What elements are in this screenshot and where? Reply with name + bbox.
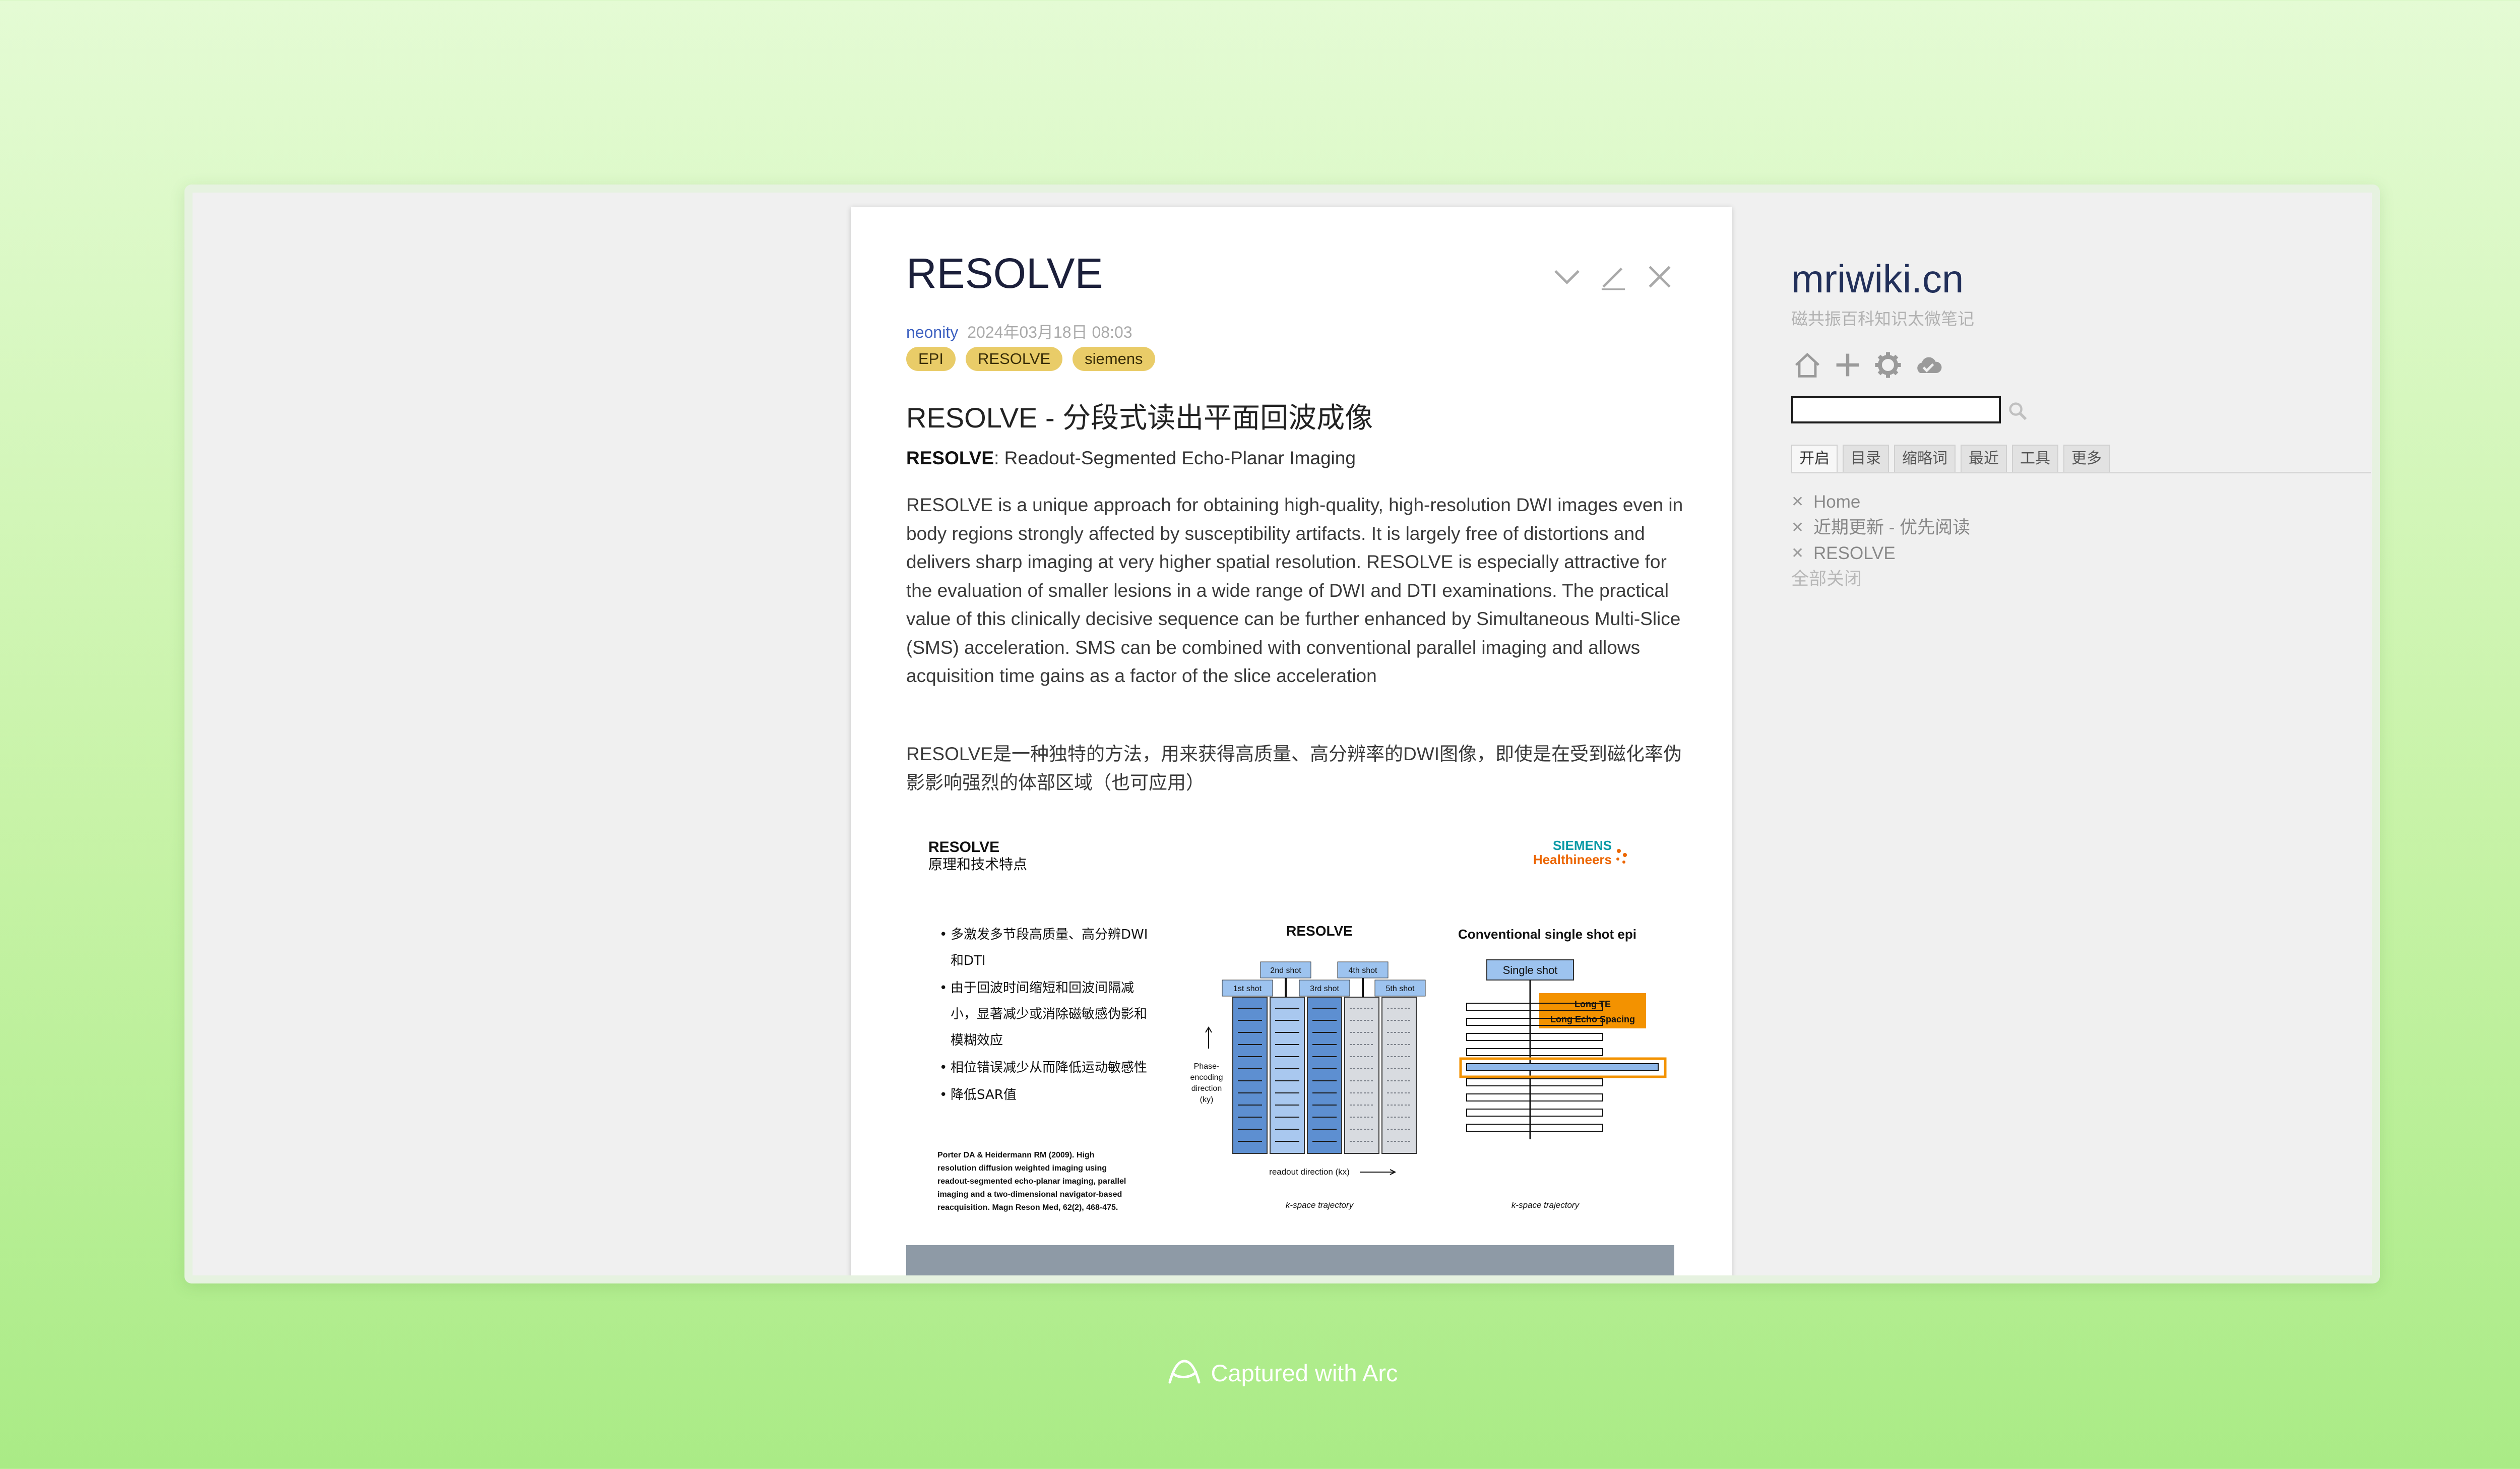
phase-label-1: Phase- — [1194, 1062, 1220, 1071]
paragraph-chinese: RESOLVE是一种独特的方法，用来获得高质量、高分辨率的DWI图像，即使是在受… — [906, 744, 1682, 793]
bullet-2c: 模糊效应 — [951, 1033, 1003, 1048]
ref-line-5: reacquisition. Magn Reson Med, 62(2), 46… — [937, 1203, 1118, 1212]
long-te-label: Long TE — [1574, 999, 1611, 1009]
gear-icon[interactable] — [1872, 349, 1904, 381]
open-item-recent[interactable]: 近期更新 - 优先阅读 — [1813, 515, 1970, 540]
tab-open[interactable]: 开启 — [1791, 445, 1838, 472]
article-subtitle: RESOLVE: Readout-Segmented Echo-Planar I… — [906, 448, 1356, 469]
open-item-home[interactable]: Home — [1813, 489, 1860, 515]
close-icon[interactable]: ✕ — [1791, 540, 1813, 566]
shot-5: 5th shot — [1386, 985, 1415, 993]
list-item: ✕ 近期更新 - 优先阅读 — [1791, 515, 1970, 540]
article-heading: RESOLVE - 分段式读出平面回波成像 — [906, 402, 1373, 434]
close-icon[interactable]: ✕ — [1791, 489, 1813, 515]
sidebar: mriwiki.cn 磁共振百科知识太微笔记 开启 目录 缩略词 最近 工具 更… — [1791, 193, 2371, 1275]
list-item: ✕ Home — [1791, 489, 1970, 515]
phase-label-2: encoding — [1190, 1073, 1223, 1082]
tab-tools[interactable]: 工具 — [2012, 445, 2058, 472]
author-link[interactable]: neonity — [906, 323, 958, 341]
site-subtitle: 磁共振百科知识太微笔记 — [1791, 310, 1974, 328]
kspace-label-right: k-space trajectory — [1511, 1200, 1580, 1210]
bullet-1b: 和DTI — [951, 953, 986, 968]
subtitle-rest: : Readout-Segmented Echo-Planar Imaging — [994, 448, 1356, 468]
healthineers-logo: Healthineers — [1533, 852, 1612, 867]
phase-label-4: (ky) — [1200, 1095, 1214, 1104]
tag-resolve[interactable]: RESOLVE — [965, 347, 1063, 371]
bullet-4: 降低SAR值 — [951, 1087, 1017, 1103]
svg-text:•: • — [939, 981, 947, 996]
diagram-title-resolve: RESOLVE — [1286, 923, 1353, 939]
diagram-title-conventional: Conventional single shot epi — [1458, 927, 1636, 942]
arc-capture-footer: Captured with Arc — [0, 1357, 2520, 1388]
sidebar-toolbar — [1791, 349, 1944, 381]
tiddler-meta: neonity 2024年03月18日 08:03 — [906, 320, 1132, 343]
tab-abbreviations[interactable]: 缩略词 — [1894, 445, 1956, 472]
subtitle-bold: RESOLVE — [906, 448, 994, 468]
shot-2: 2nd shot — [1270, 966, 1301, 975]
tab-recent[interactable]: 最近 — [1961, 445, 2007, 472]
sidebar-tabs: 开启 目录 缩略词 最近 工具 更多 — [1791, 445, 2371, 473]
tiddler-card: RESOLVE neonity 2024年03月18日 08:03 EPI RES… — [851, 207, 1732, 1275]
bullet-2: 由于回波时间缩短和回波间隔减 — [951, 981, 1134, 996]
phase-label-3: direction — [1191, 1084, 1222, 1093]
close-all-button[interactable]: 全部关闭 — [1791, 566, 1970, 592]
shot-1: 1st shot — [1233, 985, 1262, 993]
svg-text:•: • — [939, 927, 947, 942]
open-tiddler-list: ✕ Home ✕ 近期更新 - 优先阅读 ✕ RESOLVE 全部关闭 — [1791, 489, 1970, 592]
shot-3: 3rd shot — [1310, 985, 1339, 993]
bullet-2b: 小，显著减少或消除磁敏感伪影和 — [951, 1007, 1147, 1022]
open-item-resolve[interactable]: RESOLVE — [1813, 540, 1896, 566]
site-title[interactable]: mriwiki.cn — [1791, 256, 1964, 302]
single-shot-label: Single shot — [1503, 964, 1558, 976]
tag-siemens[interactable]: siemens — [1073, 347, 1155, 371]
paragraph-english: RESOLVE is a unique approach for obtaini… — [906, 495, 1683, 686]
svg-text:•: • — [939, 1060, 947, 1075]
bullet-3: 相位错误减少从而降低运动敏感性 — [951, 1060, 1147, 1075]
close-icon[interactable]: ✕ — [1791, 515, 1813, 540]
ref-line-4: imaging and a two-dimensional navigator-… — [937, 1190, 1122, 1199]
long-echo-label: Long Echo Spacing — [1550, 1014, 1635, 1024]
bullet-1: 多激发多节段高质量、高分辨DWI — [951, 927, 1148, 942]
svg-text:•: • — [939, 1087, 947, 1103]
plus-icon[interactable] — [1832, 349, 1864, 381]
ref-line-1: Porter DA & Heidermann RM (2009). High — [937, 1151, 1094, 1159]
ref-line-2: resolution diffusion weighted imaging us… — [937, 1164, 1107, 1173]
search-input[interactable] — [1791, 396, 2001, 423]
slide-title: RESOLVE — [928, 839, 999, 855]
edit-icon[interactable] — [1597, 260, 1630, 293]
ref-line-3: readout-segmented echo-planar imaging, p… — [937, 1177, 1126, 1186]
tiddler-controls — [1550, 260, 1676, 293]
tab-more[interactable]: 更多 — [2063, 445, 2110, 472]
shot-4: 4th shot — [1349, 966, 1377, 975]
search-icon[interactable] — [2007, 400, 2029, 422]
home-icon[interactable] — [1791, 349, 1823, 381]
kspace-label-left: k-space trajectory — [1286, 1200, 1354, 1210]
close-icon[interactable] — [1643, 260, 1676, 293]
next-tiddler-bar — [906, 1245, 1674, 1275]
tag-epi[interactable]: EPI — [906, 347, 956, 371]
slide-subtitle: 原理和技术特点 — [928, 856, 1027, 873]
readout-label: readout direction (kx) — [1269, 1167, 1350, 1177]
captured-with-arc-text: Captured with Arc — [1211, 1359, 1398, 1386]
chevron-down-icon[interactable] — [1550, 260, 1584, 293]
modified-date: 2024年03月18日 08:03 — [967, 323, 1132, 341]
tag-list: EPI RESOLVE siemens — [906, 347, 1155, 371]
arc-logo-icon — [1168, 1360, 1201, 1384]
resolve-slide-image: RESOLVE 原理和技术特点 SIEMENS Healthineers • 多… — [906, 827, 1674, 1230]
tab-contents[interactable]: 目录 — [1843, 445, 1889, 472]
list-item: ✕ RESOLVE — [1791, 540, 1970, 566]
cloud-icon[interactable] — [1912, 349, 1944, 381]
browser-window: RESOLVE neonity 2024年03月18日 08:03 EPI RES… — [184, 185, 2380, 1283]
tiddler-title: RESOLVE — [906, 250, 1103, 297]
siemens-logo: SIEMENS — [1553, 838, 1612, 853]
